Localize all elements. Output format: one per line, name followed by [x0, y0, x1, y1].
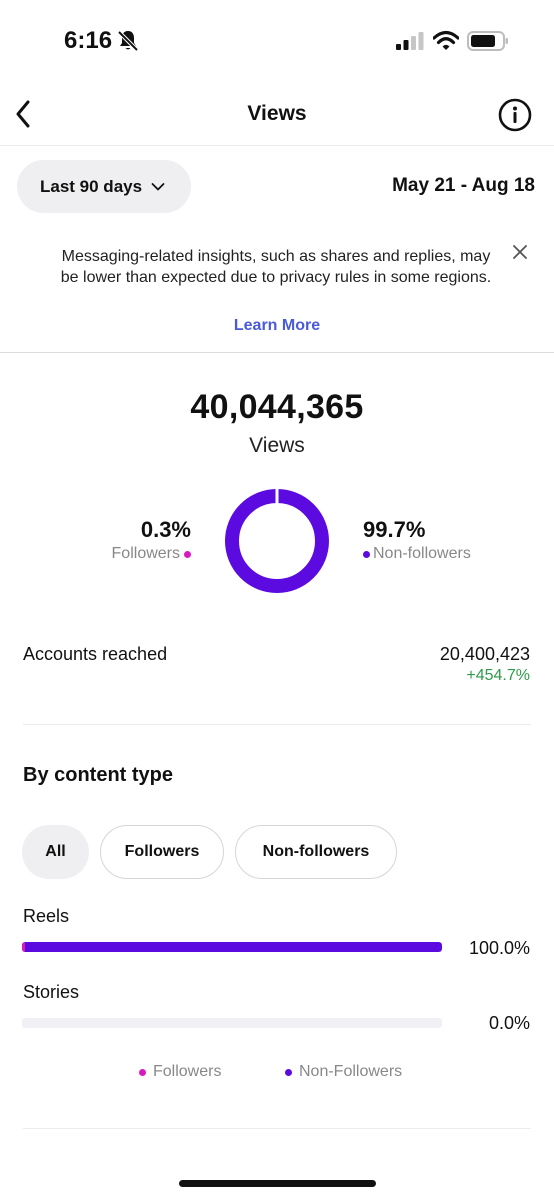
legend-non-followers: Non-Followers — [285, 1063, 402, 1081]
chip-followers[interactable]: Followers — [100, 825, 224, 879]
views-donut-chart — [225, 489, 329, 593]
followers-dot — [184, 550, 191, 558]
legend-followers-dot — [139, 1068, 146, 1076]
reels-bar — [22, 942, 442, 952]
battery-icon — [467, 31, 508, 51]
legend-followers-label: Followers — [153, 1063, 222, 1080]
chip-non-followers[interactable]: Non-followers — [235, 825, 397, 879]
notice-text: Messaging-related insights, such as shar… — [60, 248, 492, 286]
stories-label: Stories — [23, 982, 80, 1002]
donut-nonfollowers-arc — [225, 489, 329, 593]
divider — [23, 1128, 531, 1129]
section-title: By content type — [23, 764, 174, 786]
nonfollowers-percent: 99.7% — [363, 517, 426, 542]
followers-legend: Followers — [112, 545, 191, 563]
nav-header: Views — [0, 84, 554, 146]
nonfollowers-legend-label: Non-followers — [373, 545, 471, 562]
bell-slash-icon — [117, 30, 139, 52]
privacy-notice: Messaging-related insights, such as shar… — [0, 228, 554, 353]
nonfollowers-legend: Non-followers — [363, 545, 471, 563]
legend-non-followers-label: Non-Followers — [299, 1063, 403, 1080]
date-range-text: May 21 - Aug 18 — [392, 175, 535, 196]
signal-icon — [396, 32, 424, 50]
followers-percent: 0.3% — [140, 517, 191, 542]
close-icon[interactable] — [511, 243, 529, 261]
divider — [23, 724, 531, 725]
accounts-reached-value: 20,400,423 — [439, 644, 530, 664]
reels-bar-fill — [22, 942, 442, 952]
followers-legend-label: Followers — [111, 545, 180, 562]
accounts-reached-change: +454.7% — [466, 667, 530, 684]
total-views-label: Views — [249, 434, 305, 457]
nonfollowers-dot — [363, 550, 370, 558]
total-views: 40,044,365 — [190, 388, 364, 426]
chevron-down-icon — [151, 182, 165, 190]
date-range-dropdown[interactable]: Last 90 days — [17, 160, 191, 213]
accounts-reached-label: Accounts reached — [23, 644, 168, 664]
wifi-icon — [433, 30, 459, 50]
chip-all[interactable]: All — [22, 825, 89, 879]
stories-percent: 0.0% — [488, 1013, 530, 1033]
legend-followers: Followers — [139, 1063, 221, 1081]
reels-label: Reels — [23, 906, 70, 926]
status-time: 6:16 — [64, 27, 113, 54]
home-indicator — [179, 1180, 376, 1187]
legend-nonfollowers-dot — [285, 1068, 292, 1076]
reels-percent: 100.0% — [468, 938, 530, 958]
status-bar: 6:16 — [0, 0, 554, 84]
info-icon[interactable] — [498, 98, 532, 132]
learn-more-link[interactable]: Learn More — [0, 317, 554, 335]
stories-bar — [22, 1018, 442, 1028]
date-range-label: Last 90 days — [40, 176, 143, 196]
page-title: Views — [247, 102, 307, 125]
